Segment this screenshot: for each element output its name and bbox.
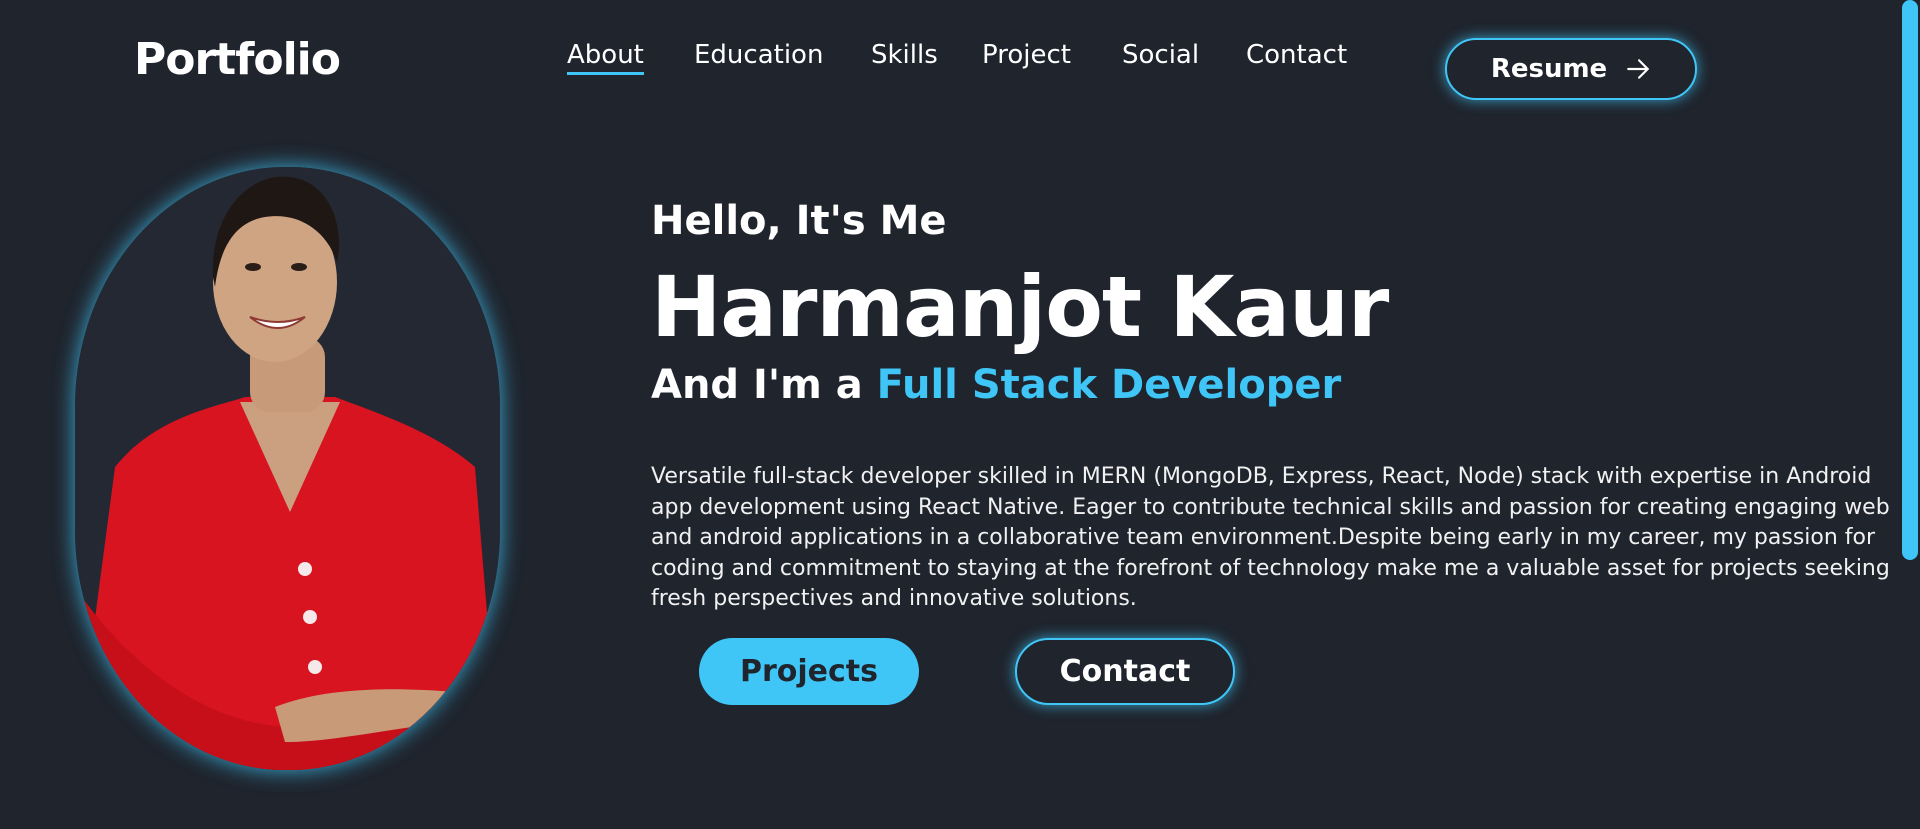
- projects-button[interactable]: Projects: [699, 638, 919, 705]
- logo[interactable]: Portfolio: [134, 34, 341, 85]
- arrow-right-icon: [1627, 59, 1650, 79]
- portfolio-page: Portfolio About Education Skills Project…: [0, 0, 1920, 829]
- nav-contact[interactable]: Contact: [1246, 40, 1347, 70]
- scrollbar-thumb[interactable]: [1902, 0, 1918, 560]
- resume-label: Resume: [1490, 54, 1608, 84]
- resume-button[interactable]: Resume: [1445, 38, 1697, 100]
- hero-role: And I'm a Full Stack Developer: [651, 362, 1341, 408]
- nav-about[interactable]: About: [567, 40, 644, 75]
- greeting: Hello, It's Me: [651, 198, 947, 244]
- nav-project[interactable]: Project: [982, 40, 1071, 70]
- role-prefix: And I'm a: [651, 362, 863, 408]
- scrollbar[interactable]: [1900, 0, 1920, 829]
- nav-social[interactable]: Social: [1122, 40, 1199, 70]
- hero-description: Versatile full-stack developer skilled i…: [651, 464, 1890, 611]
- contact-button[interactable]: Contact: [1015, 638, 1235, 705]
- hero-name: Harmanjot Kaur: [651, 258, 1389, 356]
- nav-skills[interactable]: Skills: [871, 40, 938, 70]
- nav-education[interactable]: Education: [694, 40, 823, 70]
- portrait-illustration: [75, 167, 500, 770]
- profile-photo: [75, 167, 500, 770]
- role-highlight: Full Stack Developer: [876, 362, 1342, 408]
